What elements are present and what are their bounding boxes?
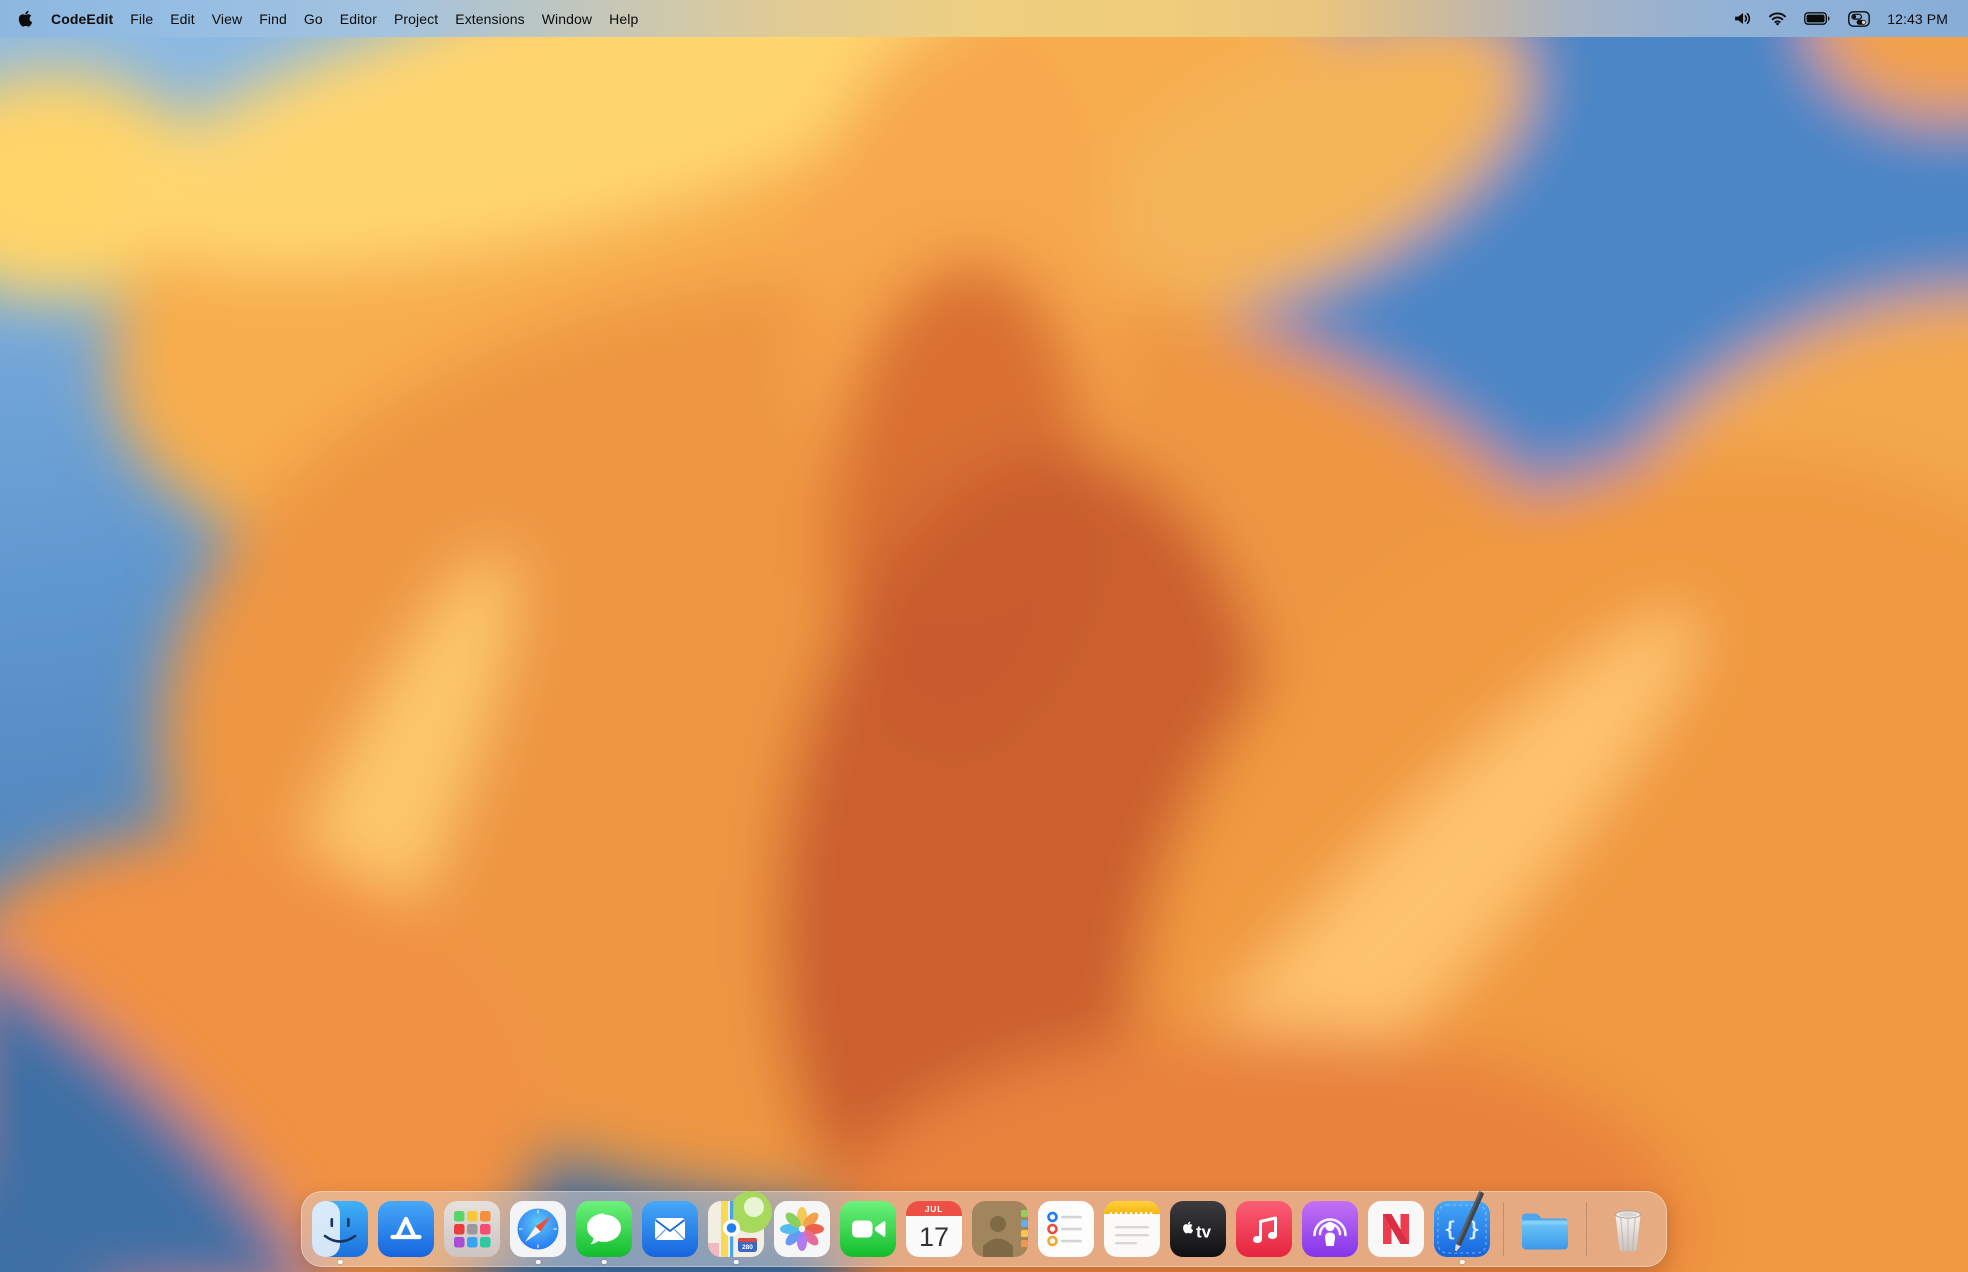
menu-editor[interactable]: Editor: [340, 11, 377, 27]
menu-extensions[interactable]: Extensions: [455, 11, 524, 27]
dock-item-news[interactable]: [1368, 1201, 1424, 1257]
calendar-month-label: JUL: [925, 1204, 943, 1214]
maps-shield-number: 280: [742, 1244, 753, 1251]
running-indicator: [602, 1260, 607, 1265]
dock-item-finder[interactable]: [312, 1201, 368, 1257]
dock-item-launchpad[interactable]: [444, 1201, 500, 1257]
music-icon: [1236, 1201, 1292, 1257]
podcasts-icon: [1302, 1201, 1358, 1257]
menu-go[interactable]: Go: [304, 11, 323, 27]
dock-item-contacts[interactable]: [972, 1201, 1028, 1257]
launchpad-icon: [444, 1201, 500, 1257]
battery-icon[interactable]: [1804, 12, 1831, 25]
app-store-icon: [378, 1201, 434, 1257]
menu-window[interactable]: Window: [542, 11, 592, 27]
mail-icon: [642, 1201, 698, 1257]
facetime-icon: [840, 1201, 896, 1257]
running-indicator: [734, 1260, 739, 1265]
dock-item-app-store[interactable]: [378, 1201, 434, 1257]
dock-item-trash[interactable]: [1600, 1201, 1656, 1257]
folder-icon: [1517, 1201, 1573, 1257]
app-menu-title[interactable]: CodeEdit: [51, 11, 113, 27]
dock-item-music[interactable]: [1236, 1201, 1292, 1257]
menu-help[interactable]: Help: [609, 11, 638, 27]
safari-icon: [510, 1201, 566, 1257]
dock-item-safari[interactable]: [510, 1201, 566, 1257]
dock-item-calendar[interactable]: JUL 17: [906, 1201, 962, 1257]
dock-item-facetime[interactable]: [840, 1201, 896, 1257]
menu-view[interactable]: View: [212, 11, 243, 27]
apple-tv-label: tv: [1196, 1223, 1212, 1242]
menu-bar-clock[interactable]: 12:43 PM: [1887, 11, 1948, 27]
dock-item-messages[interactable]: [576, 1201, 632, 1257]
reminders-icon: [1038, 1201, 1094, 1257]
dock-item-apple-tv[interactable]: tv: [1170, 1201, 1226, 1257]
running-indicator: [536, 1260, 541, 1265]
codeedit-icon: { }: [1434, 1201, 1490, 1257]
dock-item-podcasts[interactable]: [1302, 1201, 1358, 1257]
running-indicator: [1460, 1260, 1465, 1265]
contacts-icon: [972, 1201, 1028, 1257]
trash-icon: [1600, 1201, 1656, 1257]
dock-item-maps[interactable]: 280: [708, 1201, 764, 1257]
volume-icon[interactable]: [1733, 11, 1751, 26]
finder-icon: [312, 1201, 368, 1257]
dock-item-codeedit[interactable]: { }: [1434, 1201, 1490, 1257]
apple-menu-icon[interactable]: [18, 10, 32, 27]
dock-item-reminders[interactable]: [1038, 1201, 1094, 1257]
menu-find[interactable]: Find: [259, 11, 287, 27]
news-icon: [1368, 1201, 1424, 1257]
dock-divider: [1503, 1202, 1504, 1256]
dock-divider: [1586, 1202, 1587, 1256]
menu-bar: CodeEdit File Edit View Find Go Editor P…: [0, 0, 1968, 37]
calendar-icon: JUL 17: [906, 1201, 962, 1257]
desktop-wallpaper: [0, 0, 1968, 1272]
wifi-icon[interactable]: [1768, 11, 1787, 26]
control-center-icon[interactable]: [1848, 11, 1870, 27]
dock-item-mail[interactable]: [642, 1201, 698, 1257]
calendar-day-label: 17: [919, 1222, 949, 1252]
dock-item-folder[interactable]: [1517, 1201, 1573, 1257]
menu-edit[interactable]: Edit: [170, 11, 195, 27]
notes-icon: [1104, 1201, 1160, 1257]
dock-item-photos[interactable]: [774, 1201, 830, 1257]
menu-project[interactable]: Project: [394, 11, 438, 27]
dock: 280: [301, 1191, 1667, 1267]
maps-icon: 280: [708, 1201, 764, 1257]
dock-item-notes[interactable]: [1104, 1201, 1160, 1257]
apple-tv-icon: tv: [1170, 1201, 1226, 1257]
messages-icon: [576, 1201, 632, 1257]
ventura-wallpaper-art: [0, 0, 1968, 1272]
running-indicator: [338, 1260, 343, 1265]
menu-file[interactable]: File: [130, 11, 153, 27]
photos-icon: [774, 1201, 830, 1257]
desktop[interactable]: CodeEdit File Edit View Find Go Editor P…: [0, 0, 1968, 1272]
